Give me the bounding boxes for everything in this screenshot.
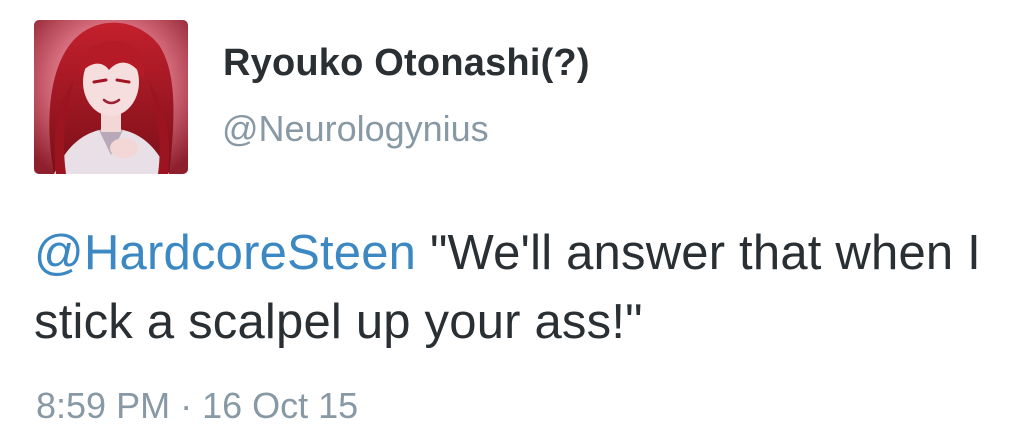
display-name[interactable]: Ryouko Otonashi(?): [223, 42, 590, 85]
avatar[interactable]: [34, 20, 188, 174]
tweet-card: Ryouko Otonashi(?) @Neurologynius @Hardc…: [0, 0, 1024, 447]
avatar-image: [34, 20, 188, 174]
tweet-timestamp[interactable]: 8:59 PM · 16 Oct 15: [36, 385, 358, 427]
tweet-text: @HardcoreSteen "We'll answer that when I…: [34, 219, 994, 357]
tweet-date: 16 Oct 15: [202, 385, 359, 426]
meta-separator: ·: [170, 385, 203, 426]
tweet-time: 8:59 PM: [36, 385, 171, 426]
user-handle[interactable]: @Neurologynius: [222, 108, 489, 150]
mention-link[interactable]: @HardcoreSteen: [34, 226, 416, 280]
